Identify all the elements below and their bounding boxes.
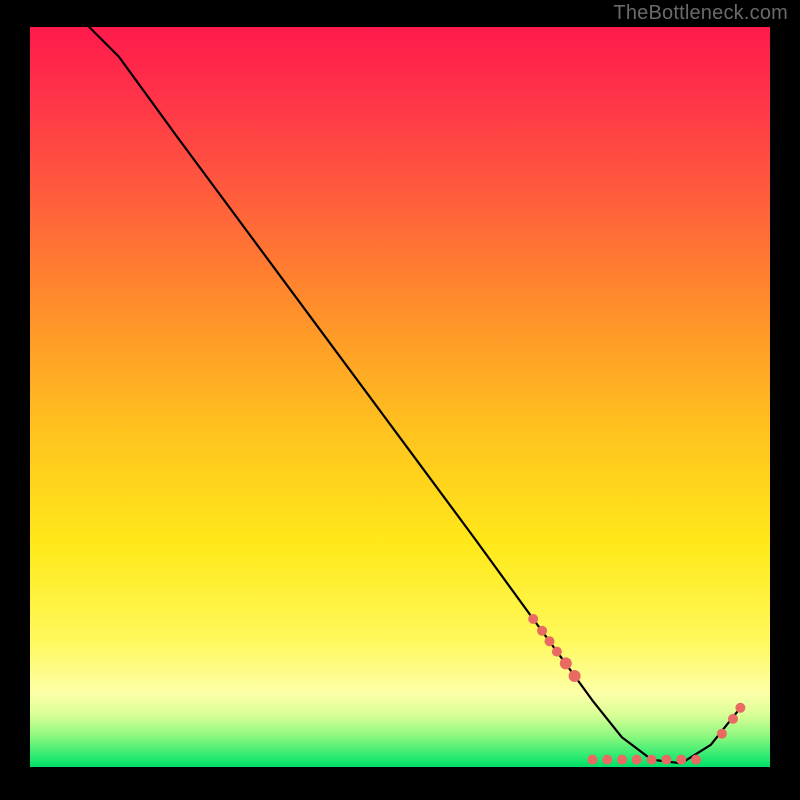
data-marker [552,647,562,657]
curve-path [89,27,740,763]
data-marker [647,755,657,765]
data-marker [545,636,555,646]
data-marker [528,614,538,624]
plot-svg [30,27,770,767]
data-marker [676,755,686,765]
data-marker [569,670,581,682]
data-marker [717,729,727,739]
data-marker [587,755,597,765]
data-marker [537,626,547,636]
data-marker [617,755,627,765]
curve-layer [89,27,740,763]
data-marker [661,755,671,765]
data-marker [728,714,738,724]
data-marker [632,755,642,765]
attribution-label: TheBottleneck.com [613,2,788,25]
data-marker [560,657,572,669]
data-marker [691,755,701,765]
plot-area [30,27,770,767]
chart-root: TheBottleneck.com [0,0,800,800]
data-marker [735,703,745,713]
data-marker [602,755,612,765]
